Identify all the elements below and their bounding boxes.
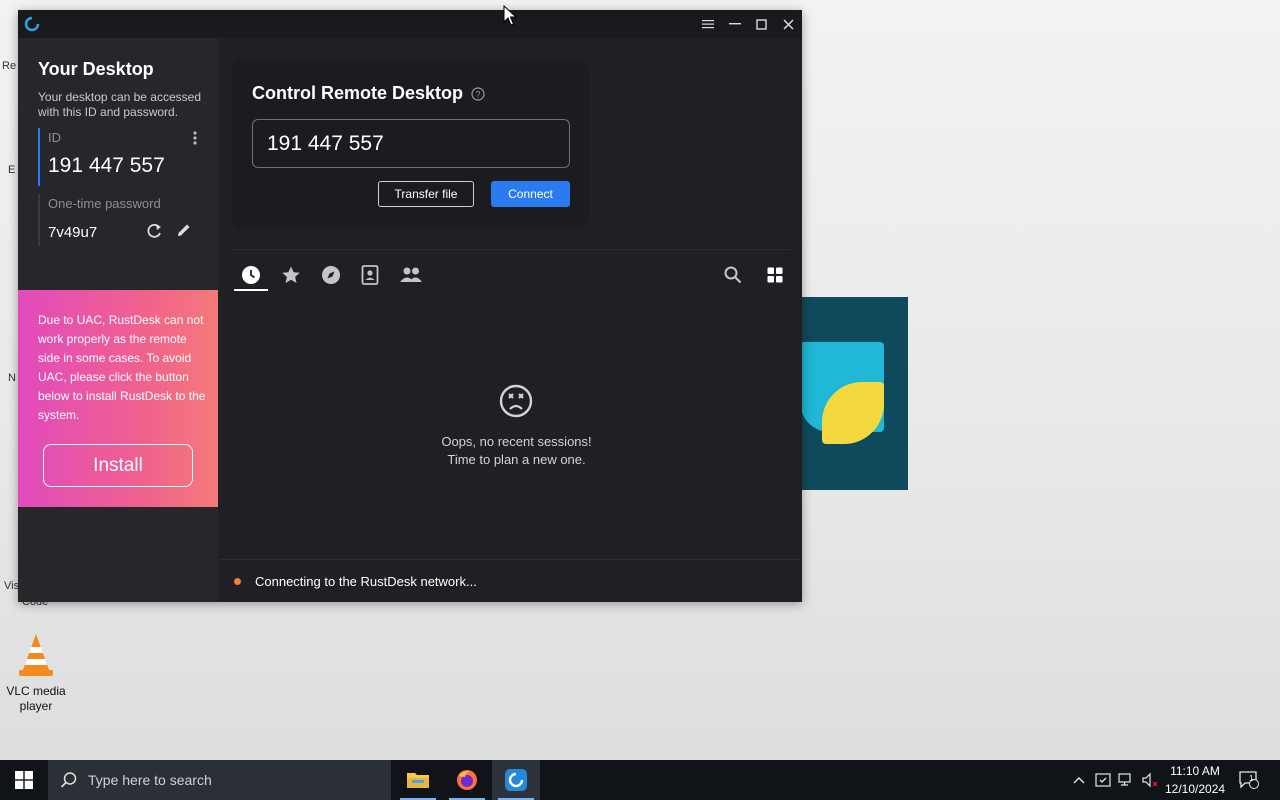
id-block: ID 191 447 557	[38, 128, 203, 186]
windows-logo-icon	[15, 771, 33, 789]
status-text: Connecting to the RustDesk network...	[255, 574, 477, 589]
sidebar-title: Your Desktop	[38, 59, 154, 79]
remote-id-input[interactable]	[252, 119, 570, 168]
search-button[interactable]	[717, 260, 749, 290]
start-button[interactable]	[0, 760, 48, 800]
volume-muted-icon	[1142, 772, 1158, 788]
network-icon	[1118, 773, 1131, 786]
desktop-label-partial: Vis	[4, 580, 20, 592]
tab-discovered[interactable]	[315, 260, 347, 290]
notification-count: 1	[1249, 774, 1254, 783]
clock-icon	[242, 266, 260, 284]
rustdesk-logo-icon	[24, 16, 40, 32]
desktop-label-partial: Re	[2, 60, 17, 72]
maximize-button[interactable]	[748, 10, 775, 38]
active-tab-indicator	[234, 289, 268, 291]
id-label: ID	[48, 130, 61, 145]
status-indicator-dot	[234, 578, 241, 585]
grid-icon	[767, 267, 783, 283]
tab-group[interactable]	[395, 260, 427, 290]
id-value[interactable]: 191 447 557	[48, 154, 165, 178]
sad-face-icon	[499, 384, 533, 418]
title-bar[interactable]	[18, 10, 802, 38]
taskbar-clock-time[interactable]: 11:10 AM	[1165, 764, 1225, 778]
edit-pencil-icon[interactable]	[175, 221, 193, 239]
taskbar-rustdesk[interactable]	[492, 760, 540, 800]
vlc-desktop-shortcut[interactable]: VLC media player	[4, 632, 68, 714]
people-icon	[400, 267, 422, 282]
notification-center[interactable]: 1	[1238, 770, 1260, 790]
desktop-label-partial: N	[8, 372, 16, 384]
folder-icon	[407, 773, 429, 788]
tab-recent-sessions[interactable]	[235, 260, 267, 290]
tray-overflow-chevron[interactable]	[1070, 770, 1088, 790]
taskbar-search-box[interactable]: Type here to search	[48, 760, 391, 800]
help-icon[interactable]: ?	[471, 87, 485, 101]
connect-button[interactable]: Connect	[491, 181, 570, 207]
contacts-icon	[361, 265, 379, 285]
password-label: One-time password	[48, 196, 161, 211]
tab-address-book[interactable]	[354, 260, 386, 290]
empty-state-title: Oops, no recent sessions!	[441, 434, 592, 449]
tray-volume[interactable]	[1142, 770, 1160, 790]
password-block: One-time password 7v49u7	[38, 194, 203, 246]
main-panel: Control Remote Desktop ? Transfer file C…	[219, 38, 802, 602]
password-value[interactable]: 7v49u7	[48, 224, 97, 241]
tray-security[interactable]	[1094, 770, 1112, 790]
close-button[interactable]	[775, 10, 802, 38]
mouse-cursor-icon	[503, 5, 517, 26]
sidebar: Your Desktop Your desktop can be accesse…	[18, 38, 218, 602]
status-bar: Connecting to the RustDesk network...	[219, 559, 802, 602]
taskbar-file-explorer[interactable]	[394, 760, 442, 800]
maximize-icon	[756, 18, 767, 30]
svg-text:?: ?	[475, 90, 480, 100]
taskbar: Type here to search 11:10 AM 12/10/2024 …	[0, 760, 1280, 800]
security-shield-icon	[1095, 773, 1111, 787]
search-icon	[60, 772, 77, 788]
rustdesk-icon	[505, 769, 527, 791]
minimize-icon	[728, 23, 741, 25]
tab-favorites[interactable]	[275, 260, 307, 290]
refresh-icon[interactable]	[145, 222, 163, 240]
tray-network[interactable]	[1118, 770, 1136, 790]
transfer-file-button[interactable]: Transfer file	[378, 181, 474, 207]
control-remote-title: Control Remote Desktop	[252, 83, 464, 103]
menu-button[interactable]	[694, 10, 721, 38]
chevron-up-icon	[1073, 777, 1085, 784]
empty-state-subtitle: Time to plan a new one.	[447, 452, 586, 467]
more-options-icon[interactable]	[190, 130, 200, 146]
taskbar-firefox[interactable]	[443, 760, 491, 800]
search-icon	[724, 266, 742, 284]
grid-view-button[interactable]	[759, 260, 791, 290]
sidebar-description: Your desktop can be accessed with this I…	[38, 90, 202, 119]
compass-icon	[322, 266, 340, 284]
hamburger-icon	[701, 20, 714, 29]
control-remote-card: Control Remote Desktop ? Transfer file C…	[232, 60, 589, 228]
tabs-divider	[231, 249, 791, 250]
firefox-icon	[457, 770, 477, 790]
desktop-label-partial: E	[8, 164, 16, 176]
rustdesk-window: Your Desktop Your desktop can be accesse…	[18, 10, 802, 602]
install-button[interactable]: Install	[43, 444, 193, 487]
star-icon	[282, 266, 300, 283]
uac-warning-panel: Due to UAC, RustDesk can not work proper…	[18, 290, 218, 507]
minimize-button[interactable]	[721, 10, 748, 38]
close-icon	[783, 18, 794, 30]
vlc-label: VLC media player	[6, 684, 66, 713]
taskbar-search-placeholder: Type here to search	[88, 772, 212, 788]
uac-warning-text: Due to UAC, RustDesk can not work proper…	[38, 313, 206, 422]
taskbar-clock-date[interactable]: 12/10/2024	[1165, 782, 1225, 796]
vlc-icon	[19, 634, 53, 676]
